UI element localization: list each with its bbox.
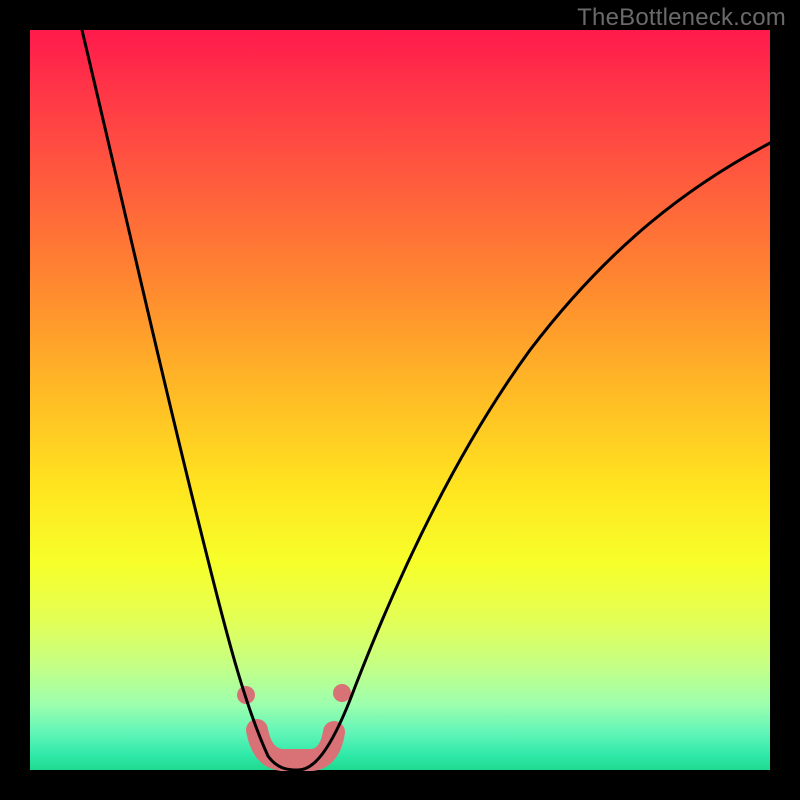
curve-layer — [30, 30, 770, 770]
trough-dot-right — [333, 684, 351, 702]
attribution-text: TheBottleneck.com — [577, 4, 786, 32]
curve-left — [82, 30, 298, 770]
chart-frame: TheBottleneck.com — [0, 0, 800, 800]
curve-right — [298, 142, 772, 770]
plot-area — [30, 30, 770, 770]
